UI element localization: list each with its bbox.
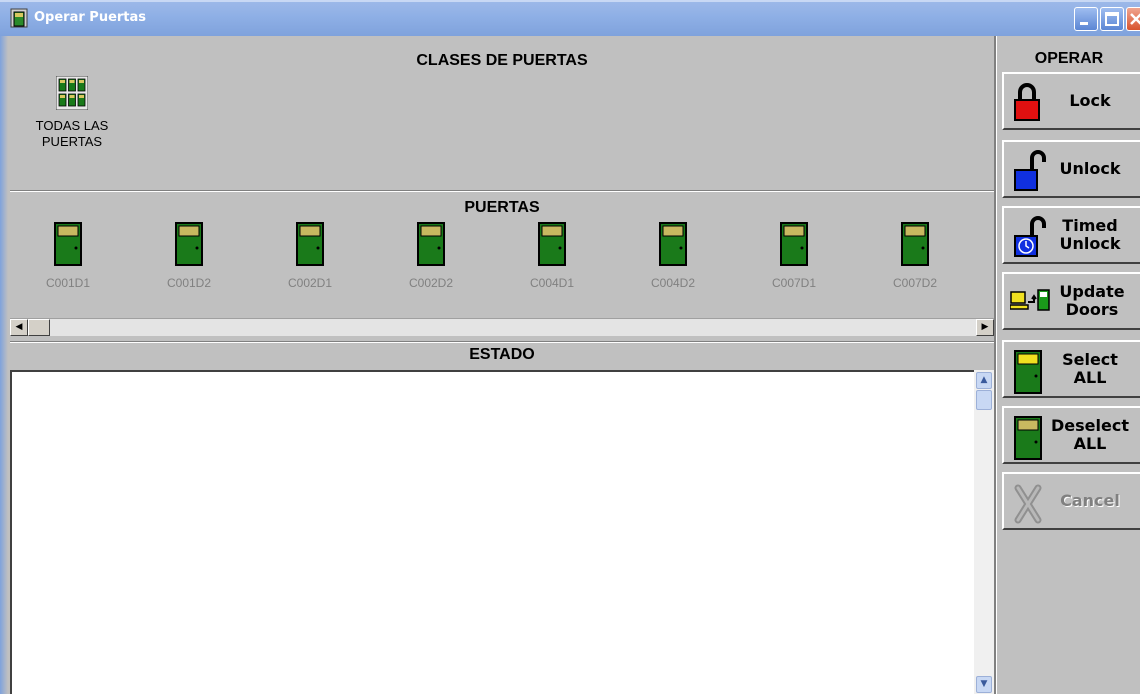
close-button[interactable] [1126,7,1140,31]
panel-divider [996,36,997,694]
timed-unlock-button[interactable]: Timed Unlock [1002,206,1140,264]
door-item[interactable]: C007D2 [865,222,965,290]
door-label: C002D2 [408,276,454,290]
deselect-all-button[interactable]: Deselect ALL [1002,406,1140,464]
operate-header: OPERAR [1034,50,1104,67]
status-text-area[interactable] [10,370,994,694]
scroll-up-arrow-icon[interactable]: ▲ [976,372,992,389]
door-item[interactable]: C002D1 [260,222,360,290]
door-item[interactable]: C001D1 [18,222,118,290]
window-border [0,36,8,694]
cancel-x-icon [1014,484,1042,524]
timed-unlock-label: Timed Unlock [1059,216,1121,253]
door-icon [780,222,808,266]
update-doors-label: Update Doors [1059,282,1125,319]
maximize-button[interactable] [1100,7,1124,31]
cancel-button[interactable]: Cancel [1002,472,1140,530]
door-icon [901,222,929,266]
door-label: C007D1 [771,276,817,290]
door-label: C001D2 [166,276,212,290]
status-header: ESTADO [469,346,535,363]
doors-horizontal-scrollbar[interactable]: ◀ ▶ [10,318,994,336]
door-icon [417,222,445,266]
door-label: C002D1 [287,276,333,290]
lock-label: Lock [1069,91,1111,110]
door-label: C004D1 [529,276,575,290]
door-label: C007D2 [892,276,938,290]
door-selected-icon [1014,350,1042,394]
timed-unlock-icon [1014,216,1046,257]
cancel-label: Cancel [1060,491,1120,510]
scroll-thumb[interactable] [28,319,50,336]
scroll-down-arrow-icon[interactable]: ▼ [976,676,992,693]
door-class-label: TODAS LAS PUERTAS [35,118,109,149]
select-all-label: Select ALL [1062,350,1118,387]
divider [10,191,994,192]
deselect-all-label: Deselect ALL [1051,416,1129,453]
door-icon [659,222,687,266]
door-group-icon [55,75,89,111]
padlock-locked-icon [1014,83,1040,121]
divider [10,342,994,343]
scroll-left-arrow-icon[interactable]: ◀ [10,319,28,336]
minimize-button[interactable] [1074,7,1098,31]
update-doors-icon [1010,289,1050,311]
door-label: C001D1 [45,276,91,290]
door-app-icon [10,8,28,28]
door-icon [175,222,203,266]
door-icon [296,222,324,266]
door-item[interactable]: C001D2 [139,222,239,290]
status-vertical-scrollbar[interactable]: ▲ ▼ [974,370,994,694]
title-bar[interactable]: Operar Puertas [0,0,1140,36]
close-icon [1130,13,1140,25]
door-item[interactable]: C004D1 [502,222,602,290]
lock-button[interactable]: Lock [1002,72,1140,130]
door-icon [54,222,82,266]
update-doors-button[interactable]: Update Doors [1002,272,1140,330]
maximize-icon [1105,12,1119,26]
unlock-button[interactable]: Unlock [1002,140,1140,198]
padlock-unlocked-icon [1014,150,1046,191]
door-class-all[interactable]: TODAS LAS PUERTAS [22,75,122,150]
window-title: Operar Puertas [34,10,147,25]
door-icon [1014,416,1042,460]
doors-header: PUERTAS [464,199,540,216]
door-item[interactable]: C002D2 [381,222,481,290]
unlock-label: Unlock [1059,159,1121,178]
scroll-right-arrow-icon[interactable]: ▶ [976,319,994,336]
door-icon [538,222,566,266]
door-item[interactable]: C007D1 [744,222,844,290]
door-label: C004D2 [650,276,696,290]
door-classes-header: CLASES DE PUERTAS [416,52,588,69]
scroll-thumb[interactable] [976,390,992,410]
select-all-button[interactable]: Select ALL [1002,340,1140,398]
door-item[interactable]: C004D2 [623,222,723,290]
minimize-icon [1080,22,1088,25]
